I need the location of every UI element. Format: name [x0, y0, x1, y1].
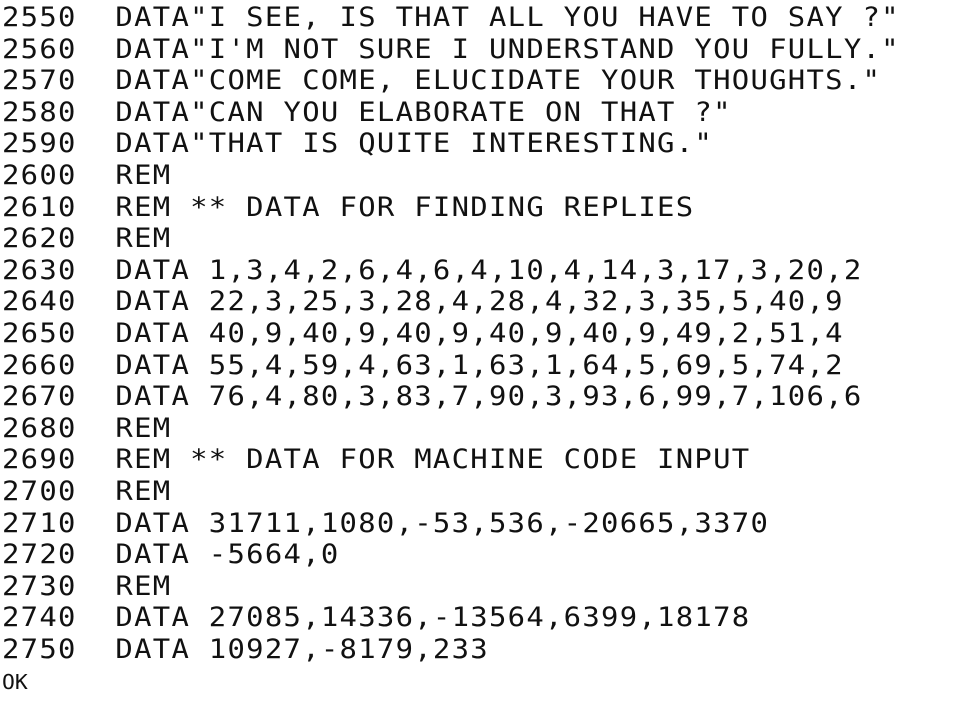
line-statement: DATA 40,9,40,9,40,9,40,9,40,9,49,2,51,4: [115, 317, 844, 349]
line-number: 2660: [2, 349, 77, 381]
line-statement: DATA 22,3,25,3,28,4,28,4,32,3,35,5,40,9: [115, 286, 844, 318]
line-statement: DATA -5664,0: [115, 539, 340, 571]
code-line-2730: 2730 REM: [2, 571, 900, 603]
code-line-2580: 2580 DATA"CAN YOU ELABORATE ON THAT ?": [2, 97, 900, 129]
line-statement: DATA"CAN YOU ELABORATE ON THAT ?": [115, 96, 732, 128]
line-number: 2600: [2, 159, 77, 191]
line-statement: DATA 76,4,80,3,83,7,90,3,93,6,99,7,106,6: [115, 381, 863, 413]
code-line-2710: 2710 DATA 31711,1080,-53,536,-20665,3370: [2, 508, 900, 540]
code-line-2700: 2700 REM: [2, 476, 900, 508]
line-statement: REM: [115, 223, 172, 255]
line-number: 2550: [2, 2, 77, 33]
line-statement: DATA 10927,-8179,233: [115, 633, 489, 665]
line-number: 2640: [2, 286, 77, 318]
line-statement: DATA 55,4,59,4,63,1,63,1,64,5,69,5,74,2: [115, 349, 844, 381]
code-line-2560: 2560 DATA"I'M NOT SURE I UNDERSTAND YOU F…: [2, 34, 900, 66]
code-line-2600: 2600 REM: [2, 160, 900, 192]
code-line-2740: 2740 DATA 27085,14336,-13564,6399,18178: [2, 602, 900, 634]
line-number: 2570: [2, 65, 77, 97]
line-number: 2630: [2, 254, 77, 286]
code-line-2640: 2640 DATA 22,3,25,3,28,4,28,4,32,3,35,5,4…: [2, 286, 900, 318]
line-statement: DATA"I SEE, IS THAT ALL YOU HAVE TO SAY …: [115, 2, 900, 33]
code-line-2690: 2690 REM ** DATA FOR MACHINE CODE INPUT: [2, 444, 900, 476]
line-statement: DATA 27085,14336,-13564,6399,18178: [115, 602, 751, 634]
code-line-2680: 2680 REM: [2, 413, 900, 445]
code-line-2750: 2750 DATA 10927,-8179,233: [2, 634, 900, 666]
code-line-2620: 2620 REM: [2, 223, 900, 255]
code-line-2610: 2610 REM ** DATA FOR FINDING REPLIES: [2, 192, 900, 224]
line-number: 2720: [2, 539, 77, 571]
code-line-2720: 2720 DATA -5664,0: [2, 539, 900, 571]
ok-prompt-line: OK: [2, 665, 900, 697]
line-statement: REM: [115, 570, 172, 602]
code-line-2590: 2590 DATA"THAT IS QUITE INTERESTING.": [2, 128, 900, 160]
line-number: 2740: [2, 602, 77, 634]
code-line-2670: 2670 DATA 76,4,80,3,83,7,90,3,93,6,99,7,1…: [2, 381, 900, 413]
code-line-2650: 2650 DATA 40,9,40,9,40,9,40,9,40,9,49,2,5…: [2, 318, 900, 350]
line-statement: REM: [115, 475, 172, 507]
line-number: 2710: [2, 507, 77, 539]
code-line-2630: 2630 DATA 1,3,4,2,6,4,6,4,10,4,14,3,17,3,…: [2, 255, 900, 287]
line-number: 2680: [2, 412, 77, 444]
code-line-2550: 2550 DATA"I SEE, IS THAT ALL YOU HAVE TO …: [2, 2, 900, 34]
terminal-screen[interactable]: 2550 DATA"I SEE, IS THAT ALL YOU HAVE TO …: [0, 0, 961, 725]
line-number: 2650: [2, 317, 77, 349]
line-number: 2620: [2, 223, 77, 255]
line-number: 2560: [2, 33, 77, 65]
line-statement: REM: [115, 412, 172, 444]
line-number: 2670: [2, 381, 77, 413]
ok-prompt: OK: [2, 670, 28, 695]
line-number: 2610: [2, 191, 77, 223]
line-number: 2690: [2, 444, 77, 476]
line-statement: DATA"THAT IS QUITE INTERESTING.": [115, 128, 714, 160]
line-number: 2580: [2, 96, 77, 128]
code-line-2660: 2660 DATA 55,4,59,4,63,1,63,1,64,5,69,5,7…: [2, 350, 900, 382]
line-statement: REM ** DATA FOR FINDING REPLIES: [115, 191, 695, 223]
line-statement: DATA"COME COME, ELUCIDATE YOUR THOUGHTS.…: [115, 65, 882, 97]
line-number: 2590: [2, 128, 77, 160]
line-statement: REM ** DATA FOR MACHINE CODE INPUT: [115, 444, 751, 476]
line-statement: DATA 31711,1080,-53,536,-20665,3370: [115, 507, 770, 539]
line-number: 2700: [2, 475, 77, 507]
line-statement: DATA 1,3,4,2,6,4,6,4,10,4,14,3,17,3,20,2: [115, 254, 863, 286]
basic-listing: 2550 DATA"I SEE, IS THAT ALL YOU HAVE TO …: [2, 2, 899, 697]
line-statement: DATA"I'M NOT SURE I UNDERSTAND YOU FULLY…: [115, 33, 900, 65]
code-line-2570: 2570 DATA"COME COME, ELUCIDATE YOUR THOUG…: [2, 65, 900, 97]
line-statement: REM: [115, 159, 172, 191]
line-number: 2750: [2, 633, 77, 665]
line-number: 2730: [2, 570, 77, 602]
